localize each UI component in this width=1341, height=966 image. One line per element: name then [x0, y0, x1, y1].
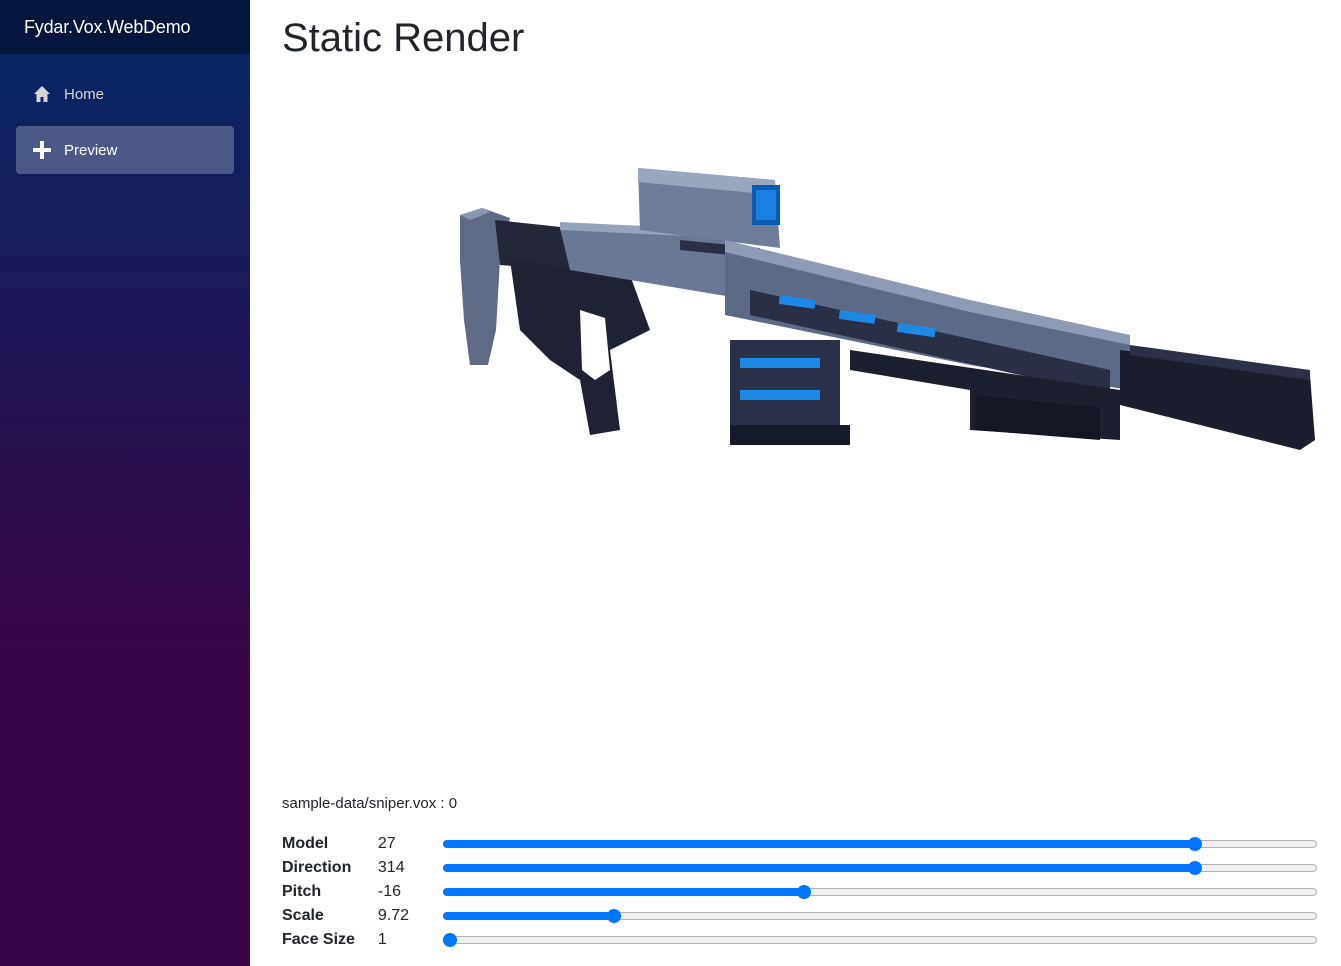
render-controls: Model 27 Direction 314 Pitch -16 Scale 9… [282, 832, 1317, 952]
page-title: Static Render [282, 16, 525, 60]
slider-thumb[interactable] [1187, 861, 1202, 875]
scale-slider[interactable] [442, 904, 1317, 928]
main-content: Static Render sample-data/sniper.vox: 0… [250, 0, 1341, 966]
control-row-scale: Scale 9.72 [282, 904, 1317, 928]
voxel-render-image [430, 140, 1330, 480]
sniper-rifle-render [460, 168, 1315, 450]
control-value: -16 [377, 883, 402, 900]
plus-icon [32, 140, 52, 160]
slider-fill [442, 888, 805, 896]
control-row-model: Model 27 [282, 832, 1317, 856]
nav-item-label: Preview [64, 141, 118, 159]
nav-item-label: Home [64, 85, 105, 103]
model-slider[interactable] [442, 832, 1317, 856]
slider-fill [442, 912, 615, 920]
pitch-slider[interactable] [442, 880, 1317, 904]
control-row-pitch: Pitch -16 [282, 880, 1317, 904]
nav-item-home[interactable]: Home [16, 70, 234, 118]
brand-title[interactable]: Fydar.Vox.WebDemo [0, 0, 250, 54]
slider-thumb[interactable] [607, 909, 622, 923]
control-value: 27 [377, 835, 396, 852]
slider-fill [442, 864, 1195, 872]
control-value: 9.72 [377, 907, 410, 924]
sidebar: Fydar.Vox.WebDemo Home Preview [0, 0, 250, 966]
control-label: Scale [282, 907, 324, 924]
control-label: Pitch [282, 883, 322, 900]
slider-thumb[interactable] [1187, 837, 1202, 851]
slider-thumb[interactable] [797, 885, 812, 899]
direction-slider[interactable] [442, 856, 1317, 880]
home-icon [32, 84, 52, 104]
control-label: Model [282, 835, 329, 852]
face-size-slider[interactable] [442, 928, 1317, 952]
slider-fill [442, 840, 1195, 848]
file-path-text: sample-data/sniper.vox : 0 [282, 795, 458, 812]
control-value: 314 [377, 859, 405, 876]
control-value: 1 [377, 931, 387, 948]
nav-menu: Home Preview [0, 54, 250, 174]
nav-item-preview[interactable]: Preview [16, 126, 234, 174]
control-row-face-size: Face Size 1 [282, 928, 1317, 952]
control-row-direction: Direction 314 [282, 856, 1317, 880]
slider-track [442, 936, 1317, 944]
control-label: Face Size [282, 931, 355, 948]
slider-thumb[interactable] [442, 933, 457, 947]
control-label: Direction [282, 859, 352, 876]
